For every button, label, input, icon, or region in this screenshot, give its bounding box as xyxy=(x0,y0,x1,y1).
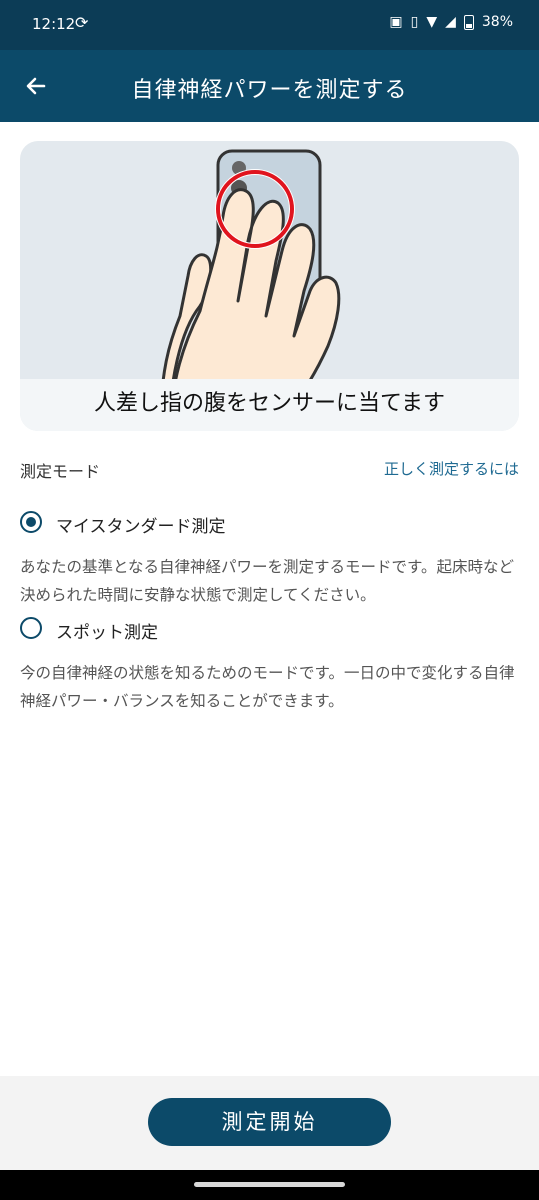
option-description: 今の自律神経の状態を知るためのモードです。一日の中で変化する自律神経パワー・バラ… xyxy=(20,664,515,710)
screen-record-icon: ▣ xyxy=(389,14,403,30)
battery-icon xyxy=(463,14,474,30)
vibrate-icon: ▯ xyxy=(410,14,419,30)
page-title: 自律神経パワーを測定する xyxy=(131,78,408,103)
footer: 測定開始 xyxy=(0,1076,539,1170)
signal-icon: ◢ xyxy=(445,14,456,30)
status-bar: 12:12 ⟳ ▣ ▯ ▼ ◢ 38% xyxy=(0,0,539,50)
status-icons: ▣ ▯ ▼ ◢ 38% xyxy=(389,14,513,30)
radio-spot[interactable] xyxy=(20,617,42,639)
app-bar: 自律神経パワーを測定する xyxy=(0,50,539,122)
radio-my-standard[interactable] xyxy=(20,511,42,533)
illustration-caption: 人差し指の腹をセンサーに当てます xyxy=(20,379,519,431)
sync-icon: ⟳ xyxy=(75,13,89,32)
how-to-measure-link[interactable]: 正しく測定するには xyxy=(384,458,519,479)
home-gesture-handle[interactable] xyxy=(194,1182,345,1187)
option-label[interactable]: スポット測定 xyxy=(56,618,158,643)
option-description: あなたの基準となる自律神経パワーを測定するモードです。起床時など決められた時間に… xyxy=(20,558,514,604)
battery-percent: 38% xyxy=(481,14,513,30)
status-time: 12:12 xyxy=(32,15,76,33)
finger-placement-illustration: 人差し指の腹をセンサーに当てます xyxy=(20,141,519,431)
system-nav-bar xyxy=(0,1170,539,1200)
mode-header: 測定モード 正しく測定するには xyxy=(20,456,519,484)
wifi-icon: ▼ xyxy=(426,14,438,30)
start-measurement-button[interactable]: 測定開始 xyxy=(148,1098,391,1146)
mode-label: 測定モード xyxy=(20,462,101,481)
option-label[interactable]: マイスタンダード測定 xyxy=(56,512,226,537)
